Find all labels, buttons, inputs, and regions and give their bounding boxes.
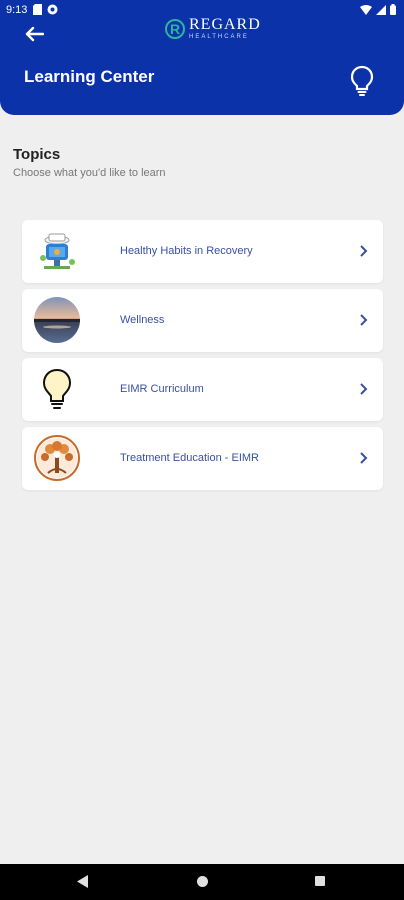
logo-mark: R (165, 18, 185, 39)
signal-icon (376, 4, 386, 18)
logo-text: REGARD HEALTHCARE (189, 16, 261, 41)
topics-subheading: Choose what you'd like to learn (13, 167, 166, 179)
topic-card-treatment-education[interactable]: Treatment Education - EIMR (22, 427, 383, 490)
nav-recents-button[interactable] (315, 876, 325, 886)
nav-home-button[interactable] (197, 876, 208, 887)
topic-label: Treatment Education - EIMR (120, 452, 259, 464)
chevron-right-icon (359, 313, 369, 327)
chevron-right-icon (359, 244, 369, 258)
logo-subtitle: HEALTHCARE (189, 34, 249, 40)
topic-list: Healthy Habits in Recovery Wellness EIMR… (22, 220, 383, 496)
system-icons (360, 4, 396, 18)
lightbulb-thumbnail (34, 366, 80, 412)
topic-label: Healthy Habits in Recovery (120, 245, 253, 257)
regard-healthcare-logo: R REGARD HEALTHCARE (165, 17, 261, 40)
battery-icon (390, 4, 396, 18)
healthy-habits-thumbnail (34, 228, 80, 274)
notification-icons (33, 4, 58, 18)
topic-card-wellness[interactable]: Wellness (22, 289, 383, 352)
tree-people-thumbnail (34, 435, 80, 481)
lightbulb-icon (348, 65, 376, 102)
app-header: R REGARD HEALTHCARE Learning Center (0, 17, 404, 115)
topic-label: EIMR Curriculum (120, 383, 204, 395)
wellness-sunset-thumbnail (34, 297, 80, 343)
logo-name: REGARD (189, 16, 261, 33)
chevron-right-icon (359, 451, 369, 465)
topic-card-healthy-habits[interactable]: Healthy Habits in Recovery (22, 220, 383, 283)
back-button[interactable] (20, 22, 48, 50)
app-notification-icon (47, 4, 58, 18)
sd-card-icon (33, 4, 42, 18)
wifi-icon (360, 4, 372, 18)
chevron-right-icon (359, 382, 369, 396)
topics-heading: Topics (13, 146, 61, 163)
arrow-left-icon (24, 26, 45, 47)
topic-label: Wellness (120, 314, 165, 326)
system-nav-bar (0, 864, 404, 900)
status-time: 9:13 (6, 4, 28, 16)
topic-card-eimr-curriculum[interactable]: EIMR Curriculum (22, 358, 383, 421)
lightbulb-button[interactable] (348, 64, 376, 98)
nav-back-button[interactable] (77, 875, 89, 893)
page-title: Learning Center (24, 67, 155, 86)
